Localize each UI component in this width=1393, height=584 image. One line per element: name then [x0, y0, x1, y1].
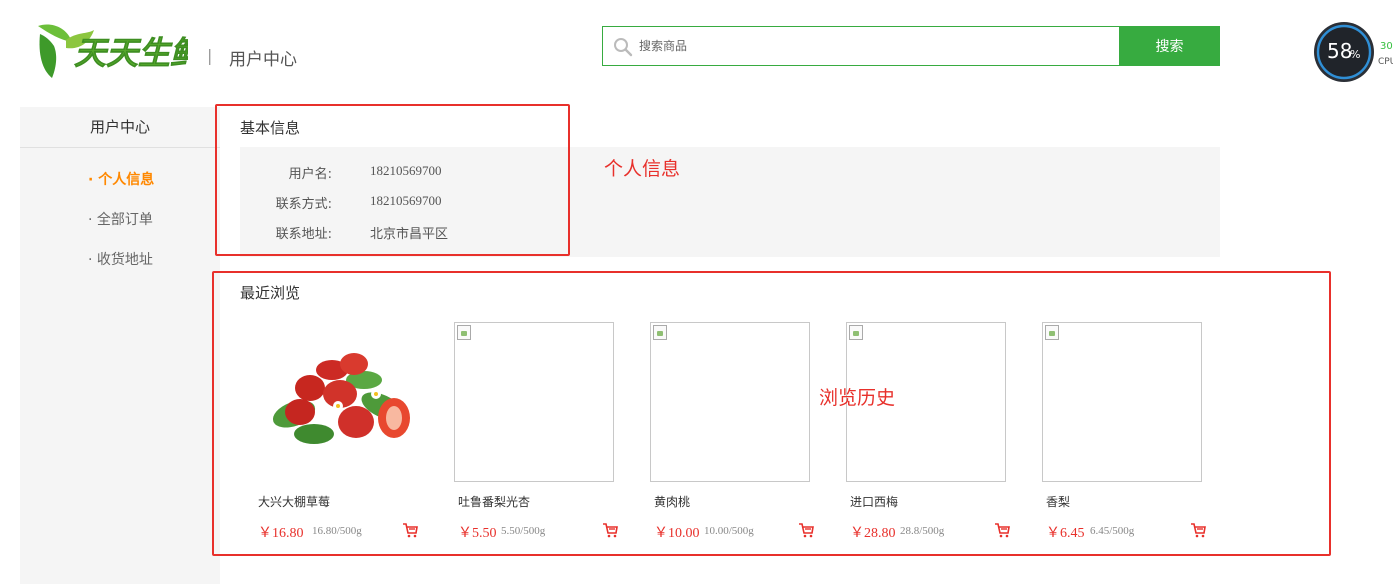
- search-icon: [614, 38, 633, 57]
- sidebar-item-personal-info[interactable]: · 个人信息: [88, 169, 154, 189]
- search-input[interactable]: [639, 27, 1109, 65]
- annotation-info-label: 个人信息: [604, 158, 681, 180]
- search-button[interactable]: 搜索: [1119, 26, 1220, 66]
- cpu-unit: %: [1350, 48, 1360, 61]
- annotation-box-info: [215, 104, 570, 256]
- search-box: [602, 26, 1120, 66]
- cpu-value: 58: [1327, 39, 1352, 63]
- annotation-box-history: [212, 271, 1331, 556]
- cpu-monitor-widget[interactable]: 58 % 30 CPU: [1313, 21, 1393, 83]
- annotation-history-label: 浏览历史: [819, 387, 896, 409]
- sidebar-item-all-orders[interactable]: · 全部订单: [88, 209, 153, 229]
- sidebar-item-shipping-address[interactable]: · 收货地址: [88, 249, 153, 269]
- sidebar-title: 用户中心: [20, 107, 220, 148]
- logo[interactable]: 天天生鲜: [36, 20, 188, 82]
- page-title: 用户中心: [229, 50, 297, 70]
- sidebar: 用户中心 · 个人信息 · 全部订单 · 收货地址: [20, 107, 220, 584]
- cpu-side-top: 30: [1380, 41, 1393, 52]
- logo-text: 天天生鲜: [74, 34, 188, 72]
- header-separator: |: [207, 46, 213, 65]
- cpu-side-bottom: CPU: [1378, 57, 1393, 67]
